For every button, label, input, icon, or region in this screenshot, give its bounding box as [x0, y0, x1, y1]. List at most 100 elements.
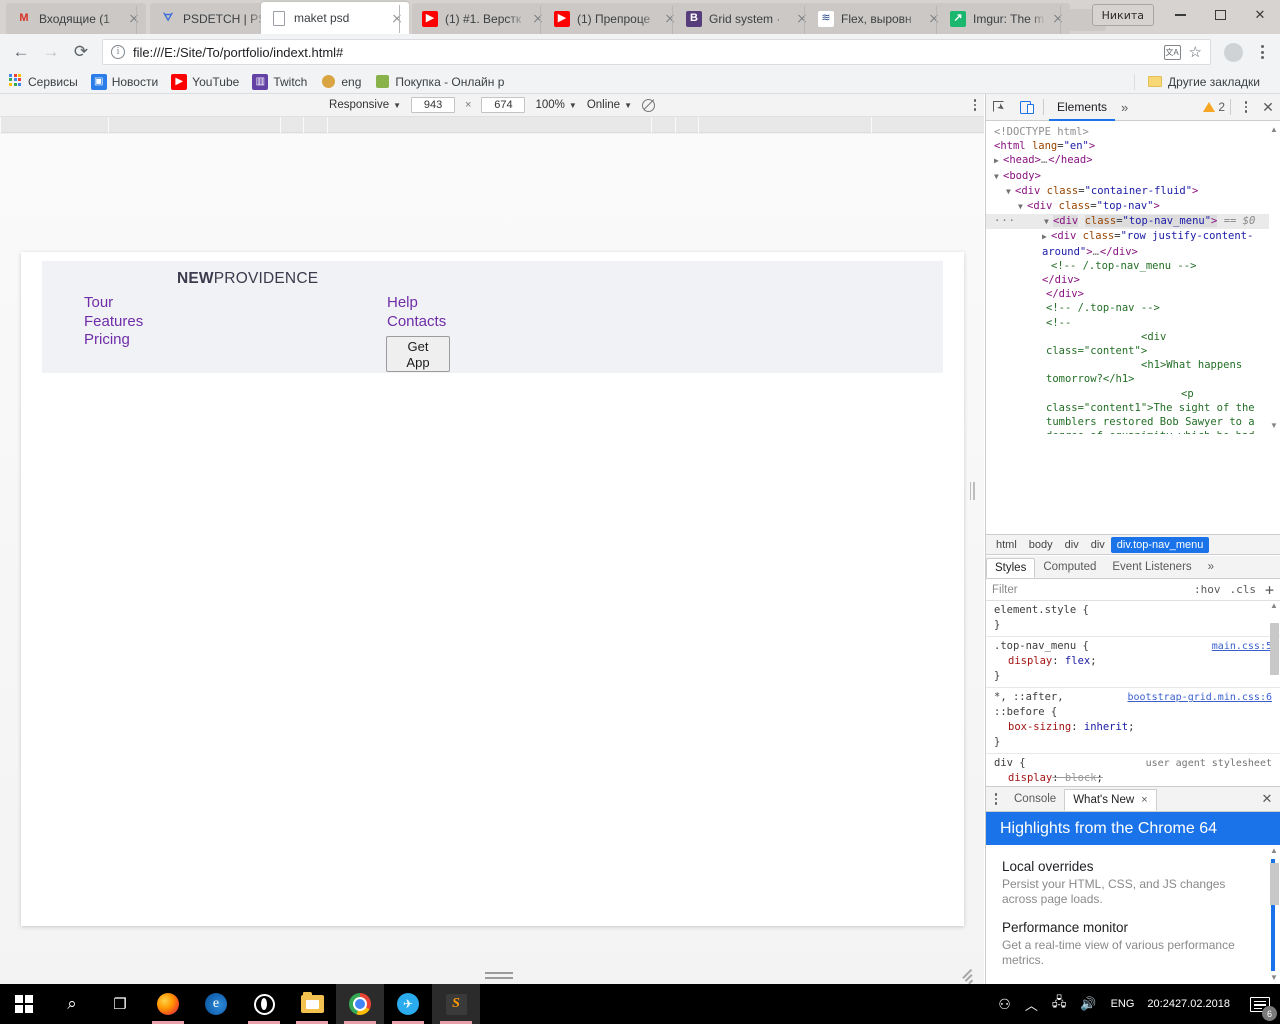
search-icon[interactable]: ⌕: [48, 984, 96, 1024]
bookmark-item[interactable]: ▣ Новости: [91, 74, 158, 90]
scroll-up-icon[interactable]: ▲: [1270, 601, 1278, 610]
style-property[interactable]: display: [994, 771, 1052, 786]
breadcrumb-body[interactable]: body: [1023, 537, 1059, 553]
devtools-menu-icon[interactable]: [1236, 101, 1256, 113]
dom-line-selected[interactable]: ···▼<div class="top-nav_menu"> == $0: [986, 214, 1280, 229]
task-view-icon[interactable]: ❐: [96, 984, 144, 1024]
viewport-resize-handle-corner[interactable]: [960, 970, 974, 984]
dom-line[interactable]: <html lang="en">: [986, 139, 1280, 153]
dom-line[interactable]: ▼<div class="container-fluid">: [986, 184, 1280, 199]
whats-new-scrollbar[interactable]: ▲ ▼: [1269, 845, 1280, 984]
site-info-icon[interactable]: i: [111, 45, 125, 59]
user-profile-badge[interactable]: Никита: [1092, 4, 1154, 26]
dom-line[interactable]: <pclass="content1">The sight of the tumb…: [986, 387, 1280, 434]
file-explorer-icon[interactable]: [288, 984, 336, 1024]
firefox-icon[interactable]: [144, 984, 192, 1024]
browser-tab[interactable]: ▶ (1) #1. Верстк: [412, 3, 550, 34]
breadcrumb-div[interactable]: div: [1059, 537, 1085, 553]
zoom-select[interactable]: 100% ▼: [535, 99, 576, 111]
tab-elements[interactable]: Elements: [1049, 94, 1115, 121]
back-arrow-icon[interactable]: ←: [6, 37, 36, 67]
style-rule[interactable]: *, ::after, bootstrap-grid.min.css:6 ::b…: [986, 688, 1280, 754]
breadcrumb-selected[interactable]: div.top-nav_menu: [1111, 537, 1210, 553]
device-toolbar-icon[interactable]: [1012, 94, 1038, 120]
drawer-close-icon[interactable]: ✕: [1254, 791, 1280, 807]
maximize-icon[interactable]: [1200, 0, 1240, 30]
dom-line[interactable]: ▶<div class="row justify-content-around"…: [986, 229, 1280, 258]
hov-toggle[interactable]: :hov: [1194, 583, 1221, 596]
tab-close-icon[interactable]: [389, 10, 405, 26]
scrollbar-thumb[interactable]: [1270, 863, 1279, 905]
bookmark-item[interactable]: eng: [320, 74, 361, 90]
more-tabs-icon[interactable]: »: [1115, 100, 1134, 115]
style-rule[interactable]: element.style { }: [986, 601, 1280, 637]
tab-event-listeners[interactable]: Event Listeners: [1104, 558, 1199, 576]
browser-tab[interactable]: ▶ (1) Препроце: [544, 3, 682, 34]
no-throttling-icon[interactable]: [642, 99, 655, 112]
device-menu-icon[interactable]: [974, 99, 977, 111]
tab-styles[interactable]: Styles: [986, 558, 1035, 578]
viewport-width-input[interactable]: 943: [411, 97, 455, 113]
browser-tab[interactable]: ↗ Imgur: The m: [940, 3, 1070, 34]
bookmark-item[interactable]: ▥ Twitch: [252, 74, 307, 90]
chrome-icon[interactable]: [336, 984, 384, 1024]
breadcrumb-html[interactable]: html: [990, 537, 1023, 553]
nav-link-help[interactable]: Help: [387, 294, 446, 313]
dom-line[interactable]: ▼<div class="top-nav">: [986, 199, 1280, 214]
nav-link-features[interactable]: Features: [84, 313, 143, 332]
other-bookmarks-item[interactable]: Другие закладки: [1134, 74, 1260, 90]
drawer-menu-icon[interactable]: [986, 793, 1006, 805]
device-select[interactable]: Responsive ▼: [329, 99, 401, 111]
show-hidden-icons-icon[interactable]: ︿: [1018, 984, 1045, 1024]
breadcrumb-div-2[interactable]: div: [1085, 537, 1111, 553]
style-source-link[interactable]: bootstrap-grid.min.css:6: [1128, 690, 1273, 705]
dom-line[interactable]: <!-- /.top-nav_menu -->: [986, 259, 1280, 273]
dom-line[interactable]: ▶<head>…</head>: [986, 153, 1280, 168]
tab-whats-new[interactable]: What's New ×: [1064, 789, 1156, 811]
throttling-select[interactable]: Online ▼: [587, 99, 632, 111]
bookmark-item[interactable]: Сервисы: [7, 74, 78, 90]
nav-link-contacts[interactable]: Contacts: [387, 313, 446, 332]
browser-tab[interactable]: M Входящие (1: [6, 3, 146, 34]
viewport-resize-handle-bottom[interactable]: [485, 972, 513, 980]
dom-tree[interactable]: <!DOCTYPE html> <html lang="en"> ▶<head>…: [986, 121, 1280, 434]
dom-line[interactable]: <h1>What happenstomorrow?</h1>: [986, 358, 1280, 386]
inspect-element-icon[interactable]: [986, 94, 1012, 120]
forward-arrow-icon[interactable]: →: [36, 37, 66, 67]
scroll-down-icon[interactable]: ▼: [1270, 973, 1278, 982]
style-value[interactable]: inherit: [1084, 721, 1128, 733]
tab-close-icon[interactable]: [1050, 11, 1066, 27]
style-property[interactable]: display: [994, 654, 1052, 669]
style-rule[interactable]: .top-nav_menu { main.css:5 display: flex…: [986, 637, 1280, 688]
sublime-text-icon[interactable]: S: [432, 984, 480, 1024]
edge-icon[interactable]: e: [192, 984, 240, 1024]
dom-line[interactable]: </div>: [986, 287, 1280, 301]
network-icon[interactable]: 🖧: [1045, 984, 1074, 1024]
scrollbar-thumb[interactable]: [1270, 623, 1279, 675]
get-app-button[interactable]: Get App: [386, 336, 450, 372]
reload-icon[interactable]: ⟳: [66, 37, 96, 67]
action-center-icon[interactable]: 6: [1240, 984, 1280, 1024]
windows-start-icon[interactable]: [0, 984, 48, 1024]
dom-line[interactable]: ▼<body>: [986, 169, 1280, 184]
browser-tab[interactable]: ≋ Flex, выровн: [808, 3, 946, 34]
telegram-icon[interactable]: ✈: [384, 984, 432, 1024]
nav-link-tour[interactable]: Tour: [84, 294, 143, 313]
people-icon[interactable]: ⚇: [991, 984, 1018, 1024]
whats-new-item[interactable]: Local overrides Persist your HTML, CSS, …: [1002, 859, 1264, 907]
dom-line[interactable]: <!-- /.top-nav -->: [986, 301, 1280, 315]
translate-icon[interactable]: 文A: [1164, 45, 1181, 60]
language-indicator[interactable]: ENG: [1104, 984, 1142, 1024]
viewport-height-input[interactable]: 674: [481, 97, 525, 113]
styles-filter-input[interactable]: Filter: [992, 584, 1018, 596]
style-value[interactable]: flex: [1065, 655, 1090, 667]
new-style-rule-icon[interactable]: +: [1265, 581, 1274, 599]
scroll-down-icon[interactable]: ▼: [1270, 421, 1278, 430]
scroll-up-icon[interactable]: ▲: [1270, 846, 1278, 855]
browser-tab[interactable]: B Grid system ·: [676, 3, 814, 34]
close-icon[interactable]: ✕: [1240, 0, 1280, 30]
styles-more-tabs-icon[interactable]: »: [1200, 558, 1222, 576]
style-property[interactable]: box-sizing: [994, 720, 1071, 735]
dom-line[interactable]: <!--: [986, 316, 1280, 330]
style-source-link[interactable]: main.css:5: [1212, 639, 1272, 654]
